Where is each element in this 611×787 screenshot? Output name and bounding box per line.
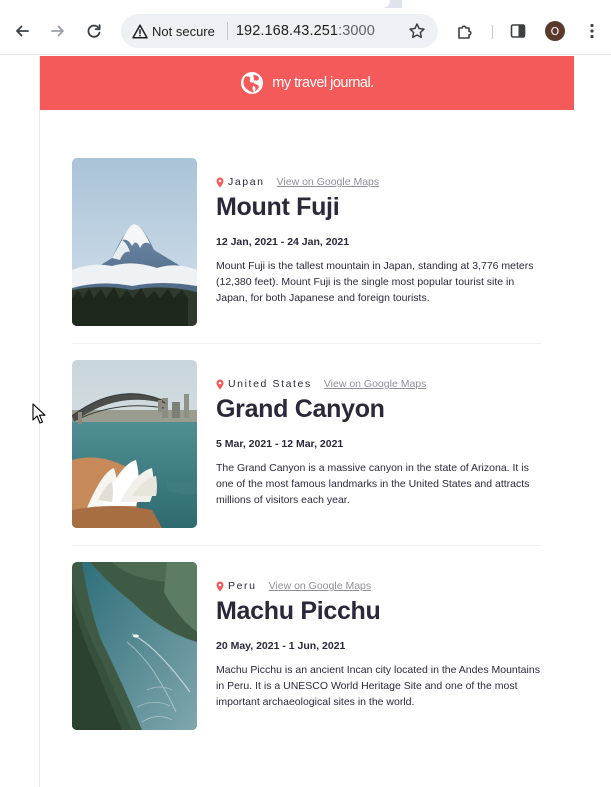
url-host: 192.168.43.251 (235, 23, 339, 39)
location-row: Peru View on Google Maps (216, 579, 541, 593)
url-port: :3000 (338, 23, 375, 39)
back-arrow-icon (16, 25, 29, 37)
entry-photo-mount-fuji (72, 158, 197, 326)
entry-title: Machu Picchu (216, 597, 381, 625)
entry-photo-grand-canyon (72, 360, 197, 528)
journal-entry: United States View on Google Maps Grand … (72, 360, 541, 528)
entry-country: United States (228, 378, 312, 390)
journal-entry: Peru View on Google Maps Machu Picchu 20… (72, 562, 541, 730)
entry-description: Mount Fuji is the tallest mountain in Ja… (216, 260, 534, 304)
entry-dates: 12 Jan, 2021 - 24 Jan, 2021 (216, 236, 350, 248)
url-text[interactable]: 192.168.43.251:3000 (236, 23, 375, 39)
entry-dates: 20 May, 2021 - 1 Jun, 2021 (216, 640, 346, 652)
journal-entry: Japan View on Google Maps Mount Fuji 12 … (72, 158, 541, 326)
security-chip[interactable]: Not secure (121, 18, 223, 44)
google-maps-link[interactable]: View on Google Maps (269, 580, 372, 592)
entry-title: Mount Fuji (216, 193, 340, 221)
entry-photo-machu-picchu (72, 562, 197, 730)
security-label: Not secure (152, 23, 215, 39)
location-pin-icon (216, 177, 224, 187)
extensions-icon[interactable] (454, 20, 476, 42)
entry-dates: 5 Mar, 2021 - 12 Mar, 2021 (216, 438, 344, 450)
location-pin-icon (216, 379, 224, 389)
address-bar[interactable]: Not secure 192.168.43.251:3000 (121, 14, 438, 48)
star-icon[interactable] (408, 22, 426, 40)
kebab-menu-icon[interactable] (581, 20, 603, 42)
site-title: my travel journal. (272, 75, 374, 91)
omnibox-divider (226, 22, 228, 40)
entry-divider (72, 545, 541, 546)
entry-country: Japan (228, 176, 265, 188)
active-tab[interactable] (0, 0, 390, 8)
back-button[interactable] (10, 19, 34, 43)
location-pin-icon (216, 581, 224, 591)
entry-info: United States View on Google Maps Grand … (216, 360, 541, 508)
location-row: Japan View on Google Maps (216, 175, 541, 189)
location-row: United States View on Google Maps (216, 377, 541, 391)
forward-button[interactable] (46, 19, 70, 43)
page-viewport: my travel journal. Japan View on Google … (0, 56, 611, 787)
toolbar-separator (492, 25, 493, 39)
globe-icon (241, 72, 264, 94)
side-panel-icon[interactable] (507, 20, 529, 42)
tab-strip (0, 0, 611, 8)
google-maps-link[interactable]: View on Google Maps (324, 378, 427, 390)
entry-info: Peru View on Google Maps Machu Picchu 20… (216, 562, 541, 710)
tab-strip-right (402, 0, 611, 8)
warning-icon (131, 22, 149, 40)
mouse-cursor-icon (32, 403, 46, 424)
entry-divider (72, 343, 541, 344)
entry-country: Peru (228, 580, 257, 592)
entry-info: Japan View on Google Maps Mount Fuji 12 … (216, 158, 541, 306)
entry-title: Grand Canyon (216, 395, 385, 423)
profile-avatar[interactable]: O (545, 21, 565, 41)
site-header: my travel journal. (40, 56, 574, 110)
reload-button[interactable] (82, 19, 106, 43)
google-maps-link[interactable]: View on Google Maps (277, 176, 380, 188)
forward-arrow-icon (51, 25, 64, 37)
entry-description: The Grand Canyon is a massive canyon in … (216, 462, 530, 506)
entry-description: Machu Picchu is an ancient Incan city lo… (216, 664, 540, 708)
browser-toolbar: Not secure 192.168.43.251:3000 O (0, 8, 611, 55)
reload-icon (87, 24, 101, 38)
